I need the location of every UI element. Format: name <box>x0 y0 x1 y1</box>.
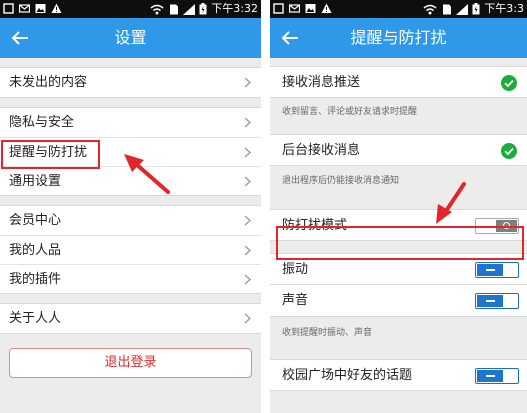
logout-button[interactable]: 退出登录 <box>9 348 252 378</box>
menu-item-label: 会员中心 <box>9 213 62 228</box>
signal-icon <box>456 3 469 15</box>
chevron-right-icon <box>244 215 251 226</box>
sim-icon <box>443 4 452 14</box>
highlight-box-dnd <box>276 226 524 260</box>
wifi-icon <box>150 4 164 14</box>
menu-item-label: 通用设置 <box>9 174 62 189</box>
status-time: 下午3:3 <box>484 2 524 15</box>
battery-icon <box>199 3 207 15</box>
chevron-right-icon <box>244 147 251 158</box>
battery-icon <box>472 3 480 15</box>
menu-item-karma[interactable]: 我的人品 <box>0 235 261 264</box>
setting-background-messages[interactable]: 后台接收消息 <box>270 134 527 166</box>
menu-item-about[interactable]: 关于人人 <box>0 304 261 333</box>
setting-label: 接收消息推送 <box>282 75 361 90</box>
chevron-right-icon <box>244 274 251 285</box>
sound-toggle[interactable] <box>475 293 519 309</box>
menu-item-label: 关于人人 <box>9 311 62 326</box>
settings-group-drafts: 未发出的内容 <box>0 67 261 98</box>
setting-label: 振动 <box>282 262 309 277</box>
image-icon <box>35 4 46 13</box>
chevron-right-icon <box>244 245 251 256</box>
annotation-arrow-icon <box>124 154 170 194</box>
warning-icon <box>51 3 62 13</box>
status-bar: 下午3:3 <box>270 0 527 18</box>
app-bar: 提醒与防打扰 <box>270 18 527 58</box>
wifi-icon <box>423 4 437 14</box>
highlight-box-reminders <box>1 140 100 169</box>
page-title: 提醒与防打扰 <box>350 28 447 47</box>
chevron-right-icon <box>244 77 251 88</box>
page-title: 设置 <box>114 28 147 47</box>
signal-icon <box>183 3 196 15</box>
setting-description: 退出程序后仍能接收消息通知 <box>282 176 400 186</box>
status-time: 下午3:32 <box>211 2 258 15</box>
toggle-knob <box>477 264 503 276</box>
toggle-knob <box>477 370 503 382</box>
mail-icon <box>19 4 30 13</box>
settings-group-account: 会员中心 我的人品 我的插件 <box>0 205 261 294</box>
setting-campus-topics[interactable]: 校园广场中好友的话题 <box>270 359 527 391</box>
campus-toggle[interactable] <box>475 368 519 384</box>
settings-group-about: 关于人人 <box>0 303 261 334</box>
menu-item-label: 我的插件 <box>9 272 62 287</box>
chevron-right-icon <box>244 117 251 128</box>
warning-icon <box>321 3 332 13</box>
settings-screen: 下午3:32 设置 未发出的内容 隐私与安全 提醒与防打扰 通用设置 会员中心 <box>0 0 261 413</box>
check-circle-icon[interactable] <box>501 143 517 159</box>
setting-description: 收到提醒时振动、声音 <box>282 328 373 338</box>
status-bar: 下午3:32 <box>0 0 261 18</box>
menu-item-label: 隐私与安全 <box>9 115 75 130</box>
menu-item-privacy[interactable]: 隐私与安全 <box>0 108 261 137</box>
image-icon <box>305 4 316 13</box>
chevron-right-icon <box>244 313 251 324</box>
reminders-screen: 下午3:3 提醒与防打扰 接收消息推送 收到留言、评论或好友请求时提醒 后台接收… <box>270 0 527 413</box>
menu-item-label: 未发出的内容 <box>9 75 88 90</box>
menu-item-unsent[interactable]: 未发出的内容 <box>0 68 261 97</box>
annotation-arrow-icon <box>436 182 466 224</box>
vibrate-toggle[interactable] <box>475 262 519 278</box>
notification-icon <box>273 3 284 14</box>
app-bar: 设置 <box>0 18 261 58</box>
menu-item-member-center[interactable]: 会员中心 <box>0 206 261 235</box>
setting-push-notifications[interactable]: 接收消息推送 <box>270 66 527 98</box>
notification-icon <box>3 3 14 14</box>
setting-label: 声音 <box>282 293 309 308</box>
check-circle-icon[interactable] <box>501 75 517 91</box>
toggle-knob <box>477 295 503 307</box>
setting-label: 后台接收消息 <box>282 143 361 158</box>
setting-label: 校园广场中好友的话题 <box>282 368 413 383</box>
mail-icon <box>289 4 300 13</box>
chevron-right-icon <box>244 176 251 187</box>
menu-item-plugins[interactable]: 我的插件 <box>0 264 261 293</box>
sim-icon <box>170 4 179 14</box>
setting-sound[interactable]: 声音 <box>270 285 527 317</box>
setting-description: 收到留言、评论或好友请求时提醒 <box>282 107 418 117</box>
menu-item-label: 我的人品 <box>9 243 62 258</box>
